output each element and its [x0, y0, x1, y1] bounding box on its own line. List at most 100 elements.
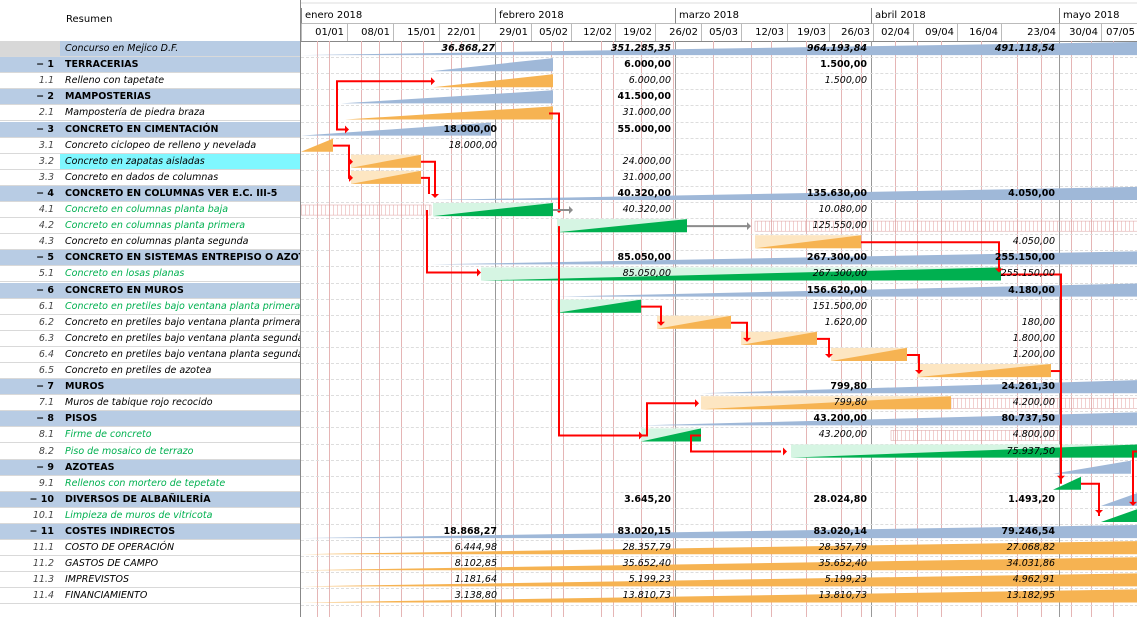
summary-row[interactable]: − 7 MUROS: [0, 379, 300, 396]
summary-bar: [341, 90, 553, 104]
task-row[interactable]: 9.1 Rellenos con mortero de tepetate: [0, 476, 300, 492]
task-row[interactable]: 11.3 IMPREVISTOS: [0, 572, 300, 589]
row-name: PISOS: [60, 411, 300, 427]
value-label: 3.645,20: [624, 493, 671, 505]
row-number: 3.1: [38, 139, 54, 151]
row-number: − 4: [0, 185, 60, 201]
value-label: 6.444,98: [454, 542, 497, 554]
task-row[interactable]: 2.1 Mampostería de piedra braza: [0, 105, 300, 122]
task-row[interactable]: 4.1 Concreto en columnas planta baja: [0, 202, 300, 218]
summary-row[interactable]: − 5 CONCRETO EN SISTEMAS ENTREPISO O AZOT…: [0, 250, 300, 267]
task-row[interactable]: 3.3 Concreto en dados de columnas: [0, 170, 300, 186]
task-row[interactable]: 11.2 GASTOS DE CAMPO: [0, 556, 300, 573]
row-number: − 3: [0, 121, 60, 137]
link-arrow: [477, 268, 481, 277]
row-number: 4.3: [38, 236, 54, 248]
value-label: 125.550,00: [812, 220, 867, 232]
row-name: Concreto en pretiles bajo ventana planta…: [65, 316, 300, 328]
row-name: Concurso en Mejico D.F.: [60, 41, 300, 56]
summary-row[interactable]: − 9 AZOTEAS: [0, 459, 300, 476]
task-row[interactable]: 6.4 Concreto en pretiles bajo ventana pla…: [0, 347, 300, 363]
row-number: [0, 41, 60, 56]
summary-row[interactable]: − 3 CONCRETO EN CIMENTACIÓN: [0, 121, 300, 138]
task-row[interactable]: 6.1 Concreto en pretiles bajo ventana pla…: [0, 299, 300, 315]
summary-row[interactable]: − 1 TERRACERIAS: [0, 57, 300, 74]
value-label: 55.000,00: [617, 123, 672, 135]
task-row[interactable]: 6.5 Concreto en pretiles de azotea: [0, 363, 300, 379]
link-arrow: [783, 447, 787, 456]
summary-row[interactable]: − 8 PISOS: [0, 411, 300, 428]
row-name: Piso de mosaico de terrazo: [65, 445, 194, 457]
row-name: CONCRETO EN COLUMNAS VER E.C. III-5: [60, 185, 300, 201]
value-label: 36.868,27: [441, 43, 496, 54]
task-row[interactable]: 1.1 Relleno con tapetate: [0, 73, 300, 90]
task-row[interactable]: 10.1 Limpieza de muros de vitricota: [0, 508, 300, 524]
summary-row[interactable]: − 10 DIVERSOS DE ALBAÑILERÍA: [0, 491, 300, 508]
task-row[interactable]: 8.1 Firme de concreto: [0, 427, 300, 444]
project-row[interactable]: Concurso en Mejico D.F.: [0, 41, 300, 57]
value-label: 4.050,00: [1008, 187, 1055, 199]
value-label: 35.652,40: [622, 558, 671, 570]
row-number: 6.2: [38, 316, 54, 328]
value-label: 31.000,00: [622, 107, 671, 119]
task-row[interactable]: 7.1 Muros de tabique rojo recocido: [0, 395, 300, 412]
row-number: 11.3: [32, 574, 54, 586]
value-label: 1.500,00: [820, 59, 867, 71]
row-name: CONCRETO EN CIMENTACIÓN: [60, 121, 300, 137]
task-row[interactable]: 4.2 Concreto en columnas planta primera: [0, 218, 300, 235]
dependency-link: [553, 112, 560, 211]
summary-row[interactable]: − 2 MAMPOSTERIAS: [0, 89, 300, 106]
summary-row[interactable]: − 6 CONCRETO EN MUROS: [0, 282, 300, 299]
row-number: − 1: [0, 57, 60, 73]
value-label: 31.000,00: [622, 171, 671, 183]
column-header-resumen: Resumen: [66, 14, 113, 25]
row-name: COSTES INDIRECTOS: [60, 524, 300, 539]
value-label: 40.320,00: [622, 204, 671, 215]
value-label: 83.020,14: [813, 526, 868, 537]
task-row[interactable]: 5.1 Concreto en losas planas: [0, 266, 300, 283]
slack-bar: [301, 204, 432, 216]
value-label: 13.182,95: [1006, 590, 1055, 602]
value-label: 267.300,00: [806, 252, 867, 264]
value-label: 18.868,27: [443, 526, 498, 537]
link-arrow: [431, 77, 435, 86]
value-label: 24.261,30: [1001, 381, 1056, 393]
row-name: Concreto en zapatas aisladas: [60, 153, 300, 169]
project-window: { "colors":{"summary_bar":"#9fb8d8","tas…: [0, 0, 1137, 617]
value-label: 85.050,00: [622, 268, 671, 280]
row-number: − 10: [0, 491, 60, 507]
value-label: 5.199,23: [824, 574, 867, 586]
value-label: 40.320,00: [617, 187, 672, 199]
task-row[interactable]: 6.3 Concreto en pretiles bajo ventana pla…: [0, 331, 300, 347]
row-name: Concreto en pretiles de azotea: [65, 365, 212, 376]
value-label: 41.500,00: [617, 91, 672, 103]
row-number: 6.5: [38, 365, 54, 376]
row-name: Rellenos con mortero de tepetate: [65, 477, 226, 489]
row-number: − 9: [0, 459, 60, 475]
value-label: 24.000,00: [622, 155, 671, 167]
row-number: 4.1: [38, 204, 54, 215]
row-number: − 11: [0, 524, 60, 539]
summary-row[interactable]: − 11 COSTES INDIRECTOS: [0, 524, 300, 540]
link-arrow: [569, 206, 573, 215]
task-row[interactable]: 4.3 Concreto en columnas planta segunda: [0, 234, 300, 251]
task-row[interactable]: 6.2 Concreto en pretiles bajo ventana pla…: [0, 315, 300, 331]
value-label: 5.199,23: [628, 574, 671, 586]
task-row[interactable]: 11.4 FINANCIAMIENTO: [0, 588, 300, 605]
value-label: 4.050,00: [1012, 236, 1055, 248]
row-number: − 7: [0, 379, 60, 395]
value-label: 28.357,79: [818, 542, 867, 554]
row-name: MUROS: [60, 379, 300, 395]
summary-row[interactable]: − 4 CONCRETO EN COLUMNAS VER E.C. III-5: [0, 185, 300, 202]
row-name: Concreto en pretiles bajo ventana planta…: [65, 300, 300, 312]
value-label: 4.962,91: [1012, 574, 1055, 586]
task-row[interactable]: 3.1 Concreto ciclopeo de relleno y nevela…: [0, 138, 300, 154]
task-row[interactable]: 11.1 COSTO DE OPERACIÓN: [0, 540, 300, 557]
column-header: Resumen: [0, 8, 300, 42]
value-label: 255.150,00: [994, 252, 1055, 264]
row-name: DIVERSOS DE ALBAÑILERÍA: [60, 491, 300, 507]
value-label: 799,80: [833, 397, 867, 409]
task-row[interactable]: 8.2 Piso de mosaico de terrazo: [0, 444, 300, 460]
row-number: 6.1: [38, 300, 54, 312]
task-row[interactable]: 3.2 Concreto en zapatas aisladas: [0, 153, 300, 170]
